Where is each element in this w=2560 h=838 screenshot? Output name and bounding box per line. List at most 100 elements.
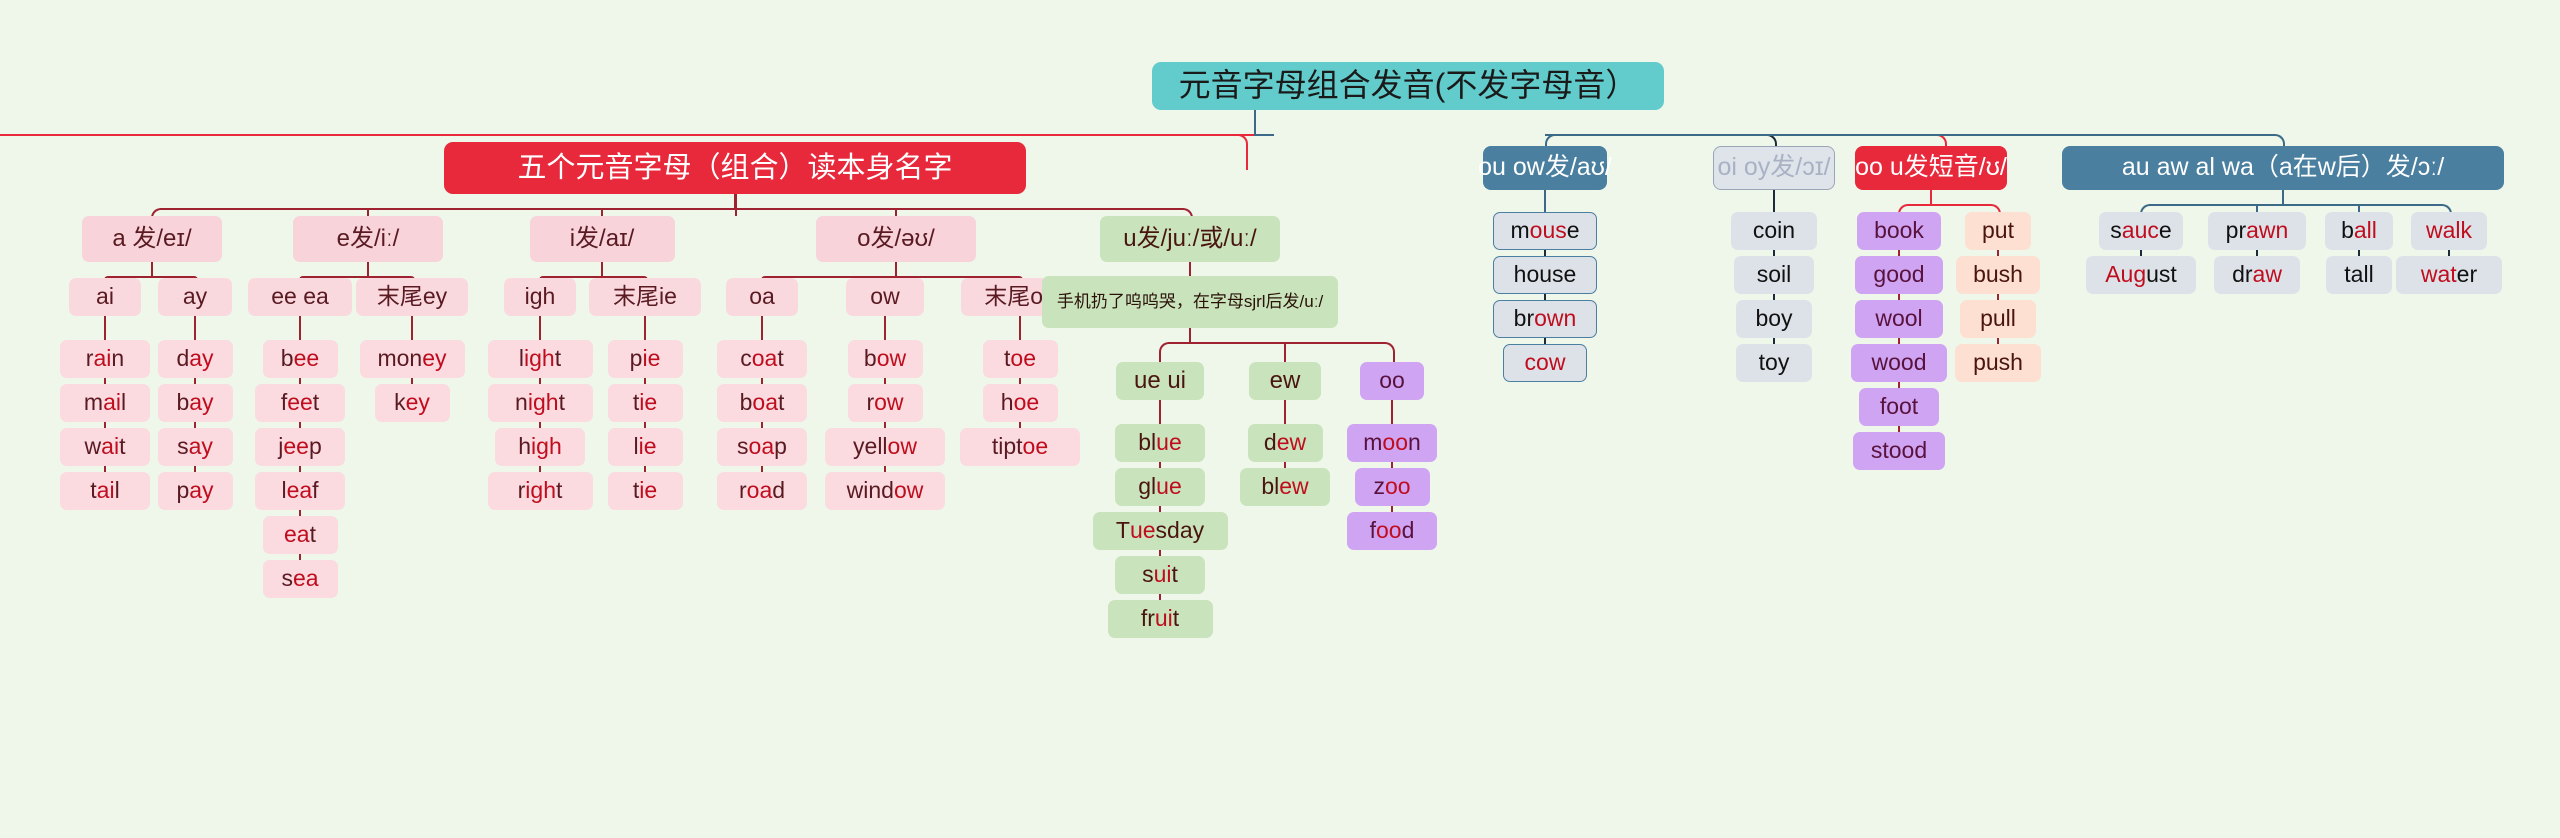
pink-word[interactable]: eat — [262, 516, 338, 554]
column-label[interactable]: 末尾ie — [589, 278, 701, 316]
peach-word[interactable]: pull — [1960, 300, 2036, 338]
pink-word[interactable]: wait — [60, 428, 150, 466]
pink-word[interactable]: right — [487, 472, 593, 510]
pink-word[interactable]: day — [157, 340, 233, 378]
pink-word[interactable]: tail — [60, 472, 150, 510]
pink-word[interactable]: key — [374, 384, 450, 422]
green-word[interactable]: dew — [1247, 424, 1323, 462]
pink-word[interactable]: say — [157, 428, 233, 466]
pink-word[interactable]: hoe — [982, 384, 1058, 422]
grey-word[interactable]: sauce — [2099, 212, 2183, 250]
column-label[interactable]: igh — [504, 278, 576, 316]
pink-word[interactable]: bay — [157, 384, 233, 422]
grey-word[interactable]: w a t er — [2396, 256, 2502, 294]
column-label[interactable]: ee ea — [248, 278, 352, 316]
connector-vertical — [193, 316, 197, 340]
purple-word[interactable]: zoo — [1354, 468, 1430, 506]
peach-word[interactable]: push — [1955, 344, 2041, 382]
pink-word[interactable]: rain — [60, 340, 150, 378]
purple-word[interactable]: food — [1347, 512, 1437, 550]
column-label[interactable]: oa — [726, 278, 798, 316]
purple-word[interactable]: foot — [1859, 388, 1939, 426]
grey-word[interactable]: Au g ust — [2086, 256, 2196, 294]
grey-word[interactable]: br o w n — [1493, 300, 1597, 338]
peach-word[interactable]: put — [1965, 212, 2031, 250]
purple-word[interactable]: book — [1857, 212, 1941, 250]
pink-word[interactable]: yell o w — [825, 428, 945, 466]
purple-word[interactable]: moon — [1347, 424, 1437, 462]
column-label[interactable]: ue ui — [1116, 362, 1204, 400]
pink-word[interactable]: night — [487, 384, 593, 422]
pink-word[interactable]: feet — [255, 384, 345, 422]
grey-word[interactable]: soil — [1734, 256, 1814, 294]
pink-word[interactable]: light — [487, 340, 593, 378]
connector-vertical — [1283, 400, 1287, 424]
grey-word[interactable]: walk — [2411, 212, 2487, 250]
column-label[interactable]: oo — [1360, 362, 1424, 400]
pink-word[interactable]: road — [717, 472, 807, 510]
green-word[interactable]: fr u i t — [1107, 600, 1213, 638]
connector-vertical — [1390, 400, 1394, 424]
group-label[interactable]: e发/iː/ — [293, 216, 443, 262]
pink-word[interactable]: mon e y — [359, 340, 465, 378]
pink-word[interactable]: pie — [607, 340, 683, 378]
connector-bar — [2149, 204, 2441, 207]
group-label[interactable]: o发/əʊ/ — [816, 216, 976, 262]
au-group-header[interactable]: au aw al wa（a在w后）发/ɔː/ — [2062, 146, 2504, 190]
green-word[interactable]: bl e w — [1240, 468, 1330, 506]
purple-word[interactable]: stood — [1853, 432, 1945, 470]
pink-word[interactable]: tipt o e — [960, 428, 1080, 466]
root-title[interactable]: 元音字母组合发音(不发字母音） — [1152, 62, 1664, 110]
column-label[interactable]: ow — [846, 278, 924, 316]
pink-word[interactable]: mail — [60, 384, 150, 422]
grey-word[interactable]: coin — [1731, 212, 1817, 250]
purple-word[interactable]: good — [1855, 256, 1943, 294]
pink-word[interactable]: boat — [717, 384, 807, 422]
oo-u-short-header[interactable]: oo u发短音/ʊ/ — [1855, 146, 2007, 190]
u-group-label[interactable]: u发/juː/或/uː/ — [1100, 216, 1280, 262]
pink-word[interactable]: coat — [717, 340, 807, 378]
connector-vertical — [103, 316, 107, 340]
grey-word[interactable]: dr a w — [2214, 256, 2300, 294]
grey-word[interactable]: cow — [1503, 344, 1587, 382]
green-word[interactable]: bl u e — [1115, 424, 1205, 462]
pink-word[interactable]: high — [495, 428, 585, 466]
grey-word[interactable]: ball — [2325, 212, 2393, 250]
green-word[interactable]: Tu e sday — [1092, 512, 1228, 550]
pink-word[interactable]: tie — [607, 472, 683, 510]
grey-word[interactable]: tall — [2326, 256, 2392, 294]
purple-word[interactable]: wood — [1851, 344, 1947, 382]
peach-word[interactable]: bush — [1956, 256, 2040, 294]
group-label[interactable]: i发/aɪ/ — [529, 216, 675, 262]
purple-word[interactable]: wool — [1855, 300, 1943, 338]
pink-word[interactable]: tie — [607, 384, 683, 422]
pink-word[interactable]: jeep — [255, 428, 345, 466]
grey-word[interactable]: pr a w n — [2208, 212, 2306, 250]
column-label[interactable]: ew — [1249, 362, 1321, 400]
column-label[interactable]: ay — [158, 278, 232, 316]
green-word[interactable]: suit — [1115, 556, 1205, 594]
grey-word[interactable]: mouse — [1493, 212, 1597, 250]
pink-word[interactable]: toe — [982, 340, 1058, 378]
pink-word[interactable]: bow — [847, 340, 923, 378]
grey-word[interactable]: boy — [1736, 300, 1812, 338]
pink-word[interactable]: soap — [717, 428, 807, 466]
ou-ow-header[interactable]: ou ow发/aʊ/ — [1478, 146, 1612, 190]
grey-word[interactable]: toy — [1736, 344, 1812, 382]
green-word[interactable]: gl u e — [1115, 468, 1205, 506]
pink-word[interactable]: bee — [262, 340, 338, 378]
pink-word[interactable]: pay — [157, 472, 233, 510]
connector-elbow — [1026, 134, 1248, 170]
grey-word[interactable]: house — [1493, 256, 1597, 294]
group-label[interactable]: a 发/eɪ/ — [82, 216, 222, 262]
column-label[interactable]: 末尾ey — [356, 278, 468, 316]
oi-oy-header[interactable]: oi oy发/ɔɪ/ — [1713, 146, 1835, 190]
pink-word[interactable]: sea — [262, 560, 338, 598]
pink-word[interactable]: row — [847, 384, 923, 422]
u-note[interactable]: 手机扔了呜呜哭，在字母sjrl后发/uː/ — [1042, 276, 1338, 328]
column-label[interactable]: ai — [69, 278, 141, 316]
pink-word[interactable]: leaf — [255, 472, 345, 510]
pink-word[interactable]: lie — [607, 428, 683, 466]
red-master-header[interactable]: 五个元音字母（组合）读本身名字 — [444, 142, 1026, 194]
pink-word[interactable]: wind o w — [825, 472, 945, 510]
